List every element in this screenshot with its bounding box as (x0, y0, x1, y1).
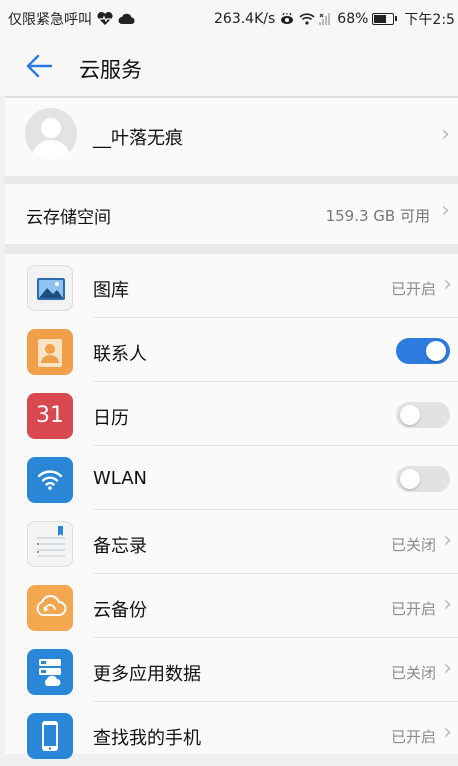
status-bar: 仅限紧急呼叫 263.4K/s 68% 下午2:5 (0, 0, 458, 34)
item-label: 备忘录 (93, 536, 147, 557)
calendar-icon-text: 31 (36, 403, 64, 428)
calendar-icon: 31 (27, 393, 73, 439)
network-speed: 263.4K/s (214, 11, 276, 27)
calendar-sync-toggle[interactable] (396, 402, 450, 428)
section-gap (5, 244, 458, 254)
wifi-icon (27, 457, 73, 503)
list-item-contacts[interactable]: 联系人 (5, 318, 458, 382)
chevron-right-icon: › (443, 272, 452, 297)
notes-icon (27, 521, 73, 567)
account-row[interactable]: __叶落无痕 › (5, 96, 458, 178)
list-item-cloud-backup[interactable]: 云备份 已开启 › (5, 574, 458, 638)
status-right: 263.4K/s 68% 下午2:5 (214, 9, 455, 29)
app-bar: 云服务 (0, 34, 458, 96)
chevron-right-icon: › (443, 592, 452, 617)
eye-comfort-icon (281, 13, 294, 24)
item-label: 查找我的手机 (93, 728, 201, 749)
item-status: 已关闭 (390, 664, 436, 682)
contacts-sync-toggle[interactable] (396, 338, 450, 364)
chevron-right-icon: › (441, 122, 450, 147)
item-label: 联系人 (93, 344, 147, 365)
item-label: WLAN (93, 468, 148, 489)
status-left: 仅限紧急呼叫 (8, 9, 136, 29)
clock: 下午2:5 (404, 12, 455, 28)
list-item-gallery[interactable]: 图库 已开启 › (5, 254, 458, 318)
item-label: 日历 (93, 408, 129, 429)
list-item-calendar[interactable]: 31 日历 (5, 382, 458, 446)
carrier-text: 仅限紧急呼叫 (8, 12, 92, 28)
chevron-right-icon: › (443, 720, 452, 745)
item-label: 图库 (93, 280, 129, 301)
storage-label: 云存储空间 (26, 208, 111, 228)
item-label: 云备份 (93, 600, 147, 621)
list-item-wlan[interactable]: WLAN (5, 446, 458, 510)
gallery-icon (27, 265, 73, 311)
storage-value: 159.3 GB 可用 (325, 207, 430, 225)
item-status: 已开启 (390, 280, 436, 298)
heart-pulse-icon (97, 12, 113, 25)
signal-icon (319, 13, 331, 25)
list-item-find-phone[interactable]: 查找我的手机 已开启 › (5, 702, 458, 766)
battery-icon (372, 13, 398, 25)
list-item-app-data[interactable]: 更多应用数据 已关闭 › (5, 638, 458, 702)
page-title: 云服务 (79, 58, 142, 82)
item-status: 已开启 (390, 728, 436, 746)
item-label: 更多应用数据 (93, 664, 201, 685)
battery-percent: 68% (337, 11, 369, 27)
chevron-right-icon: › (443, 528, 452, 553)
contacts-icon (27, 329, 73, 375)
list-item-notes[interactable]: 备忘录 已关闭 › (5, 510, 458, 574)
sync-list: 图库 已开启 › 联系人 31 日历 WLAN 备忘录 已关闭 › 云备份 已开… (5, 254, 458, 759)
wifi-status-icon (299, 13, 315, 25)
chevron-right-icon: › (443, 656, 452, 681)
chevron-right-icon: › (441, 198, 450, 223)
cloud-backup-icon (27, 585, 73, 631)
avatar (25, 108, 77, 160)
find-phone-icon (27, 713, 73, 759)
cloud-icon (118, 13, 135, 24)
section-gap (5, 176, 458, 184)
wlan-sync-toggle[interactable] (396, 466, 450, 492)
account-name: __叶落无痕 (93, 128, 183, 149)
item-status: 已关闭 (390, 536, 436, 554)
back-arrow-icon[interactable] (24, 52, 54, 80)
storage-row[interactable]: 云存储空间 159.3 GB 可用 › (5, 184, 458, 244)
app-data-icon (27, 649, 73, 695)
item-status: 已开启 (390, 600, 436, 618)
